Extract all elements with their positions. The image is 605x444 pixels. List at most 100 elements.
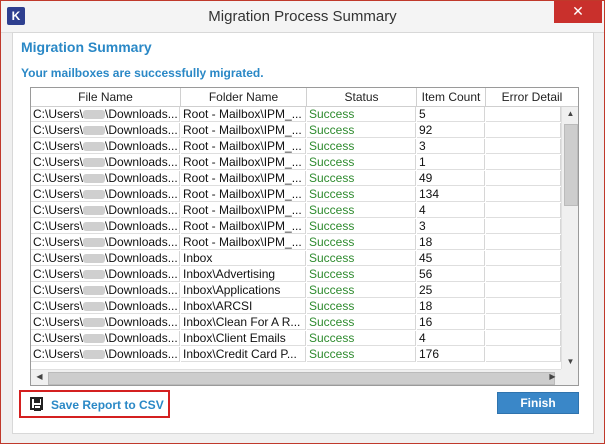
scroll-up-icon[interactable]: ▲: [562, 109, 578, 118]
cell-item-count: 5: [417, 107, 485, 122]
redacted-username: [83, 142, 106, 152]
table-row[interactable]: C:\Users\ \Downloads... Root - Mailbox\IPM…: [31, 155, 561, 171]
vertical-scroll-thumb[interactable]: [564, 124, 578, 206]
cell-folder-name: Inbox\Advertising: [181, 267, 306, 282]
file-path-suffix: \Downloads...: [105, 219, 178, 233]
horizontal-scroll-thumb[interactable]: [48, 372, 555, 385]
cell-item-count: 16: [417, 315, 485, 330]
cell-file-name: C:\Users\ \Downloads...: [31, 283, 180, 298]
table-row[interactable]: C:\Users\ \Downloads... Root - Mailbox\IPM…: [31, 187, 561, 203]
table-row[interactable]: C:\Users\ \Downloads... Root - Mailbox\IPM…: [31, 123, 561, 139]
column-header-item-count[interactable]: Item Count: [417, 88, 486, 107]
table-row[interactable]: C:\Users\ \Downloads... Root - Mailbox\IPM…: [31, 203, 561, 219]
close-button[interactable]: ✕: [554, 1, 602, 23]
cell-item-count: 3: [417, 139, 485, 154]
cell-item-count: 45: [417, 251, 485, 266]
save-report-button[interactable]: Save Report to CSV: [19, 390, 170, 418]
column-header-folder-name[interactable]: Folder Name: [181, 88, 307, 107]
table-row[interactable]: C:\Users\ \Downloads... Root - Mailbox\IPM…: [31, 235, 561, 251]
file-path-prefix: C:\Users\: [33, 203, 84, 217]
file-path-suffix: \Downloads...: [105, 331, 178, 345]
column-header-file-name[interactable]: File Name: [31, 88, 181, 107]
table-row[interactable]: C:\Users\ \Downloads... Root - Mailbox\IPM…: [31, 171, 561, 187]
scroll-down-icon[interactable]: ▼: [562, 357, 578, 366]
redacted-username: [83, 302, 106, 312]
table-row[interactable]: C:\Users\ \Downloads... Root - Mailbox\IPM…: [31, 107, 561, 123]
redacted-username: [83, 158, 106, 168]
migration-table[interactable]: File Name Folder Name Status Item Count …: [30, 87, 579, 386]
cell-status: Success: [307, 347, 416, 362]
cell-error-detail: [486, 187, 561, 202]
table-row[interactable]: C:\Users\ \Downloads... Inbox Success 45: [31, 251, 561, 267]
table-header: File Name Folder Name Status Item Count …: [31, 88, 578, 107]
cell-file-name: C:\Users\ \Downloads...: [31, 315, 180, 330]
cell-error-detail: [486, 299, 561, 314]
title-bar: K Migration Process Summary ✕: [1, 1, 604, 33]
file-path-suffix: \Downloads...: [105, 123, 178, 137]
table-row[interactable]: C:\Users\ \Downloads... Root - Mailbox\IPM…: [31, 219, 561, 235]
cell-file-name: C:\Users\ \Downloads...: [31, 331, 180, 346]
cell-status: Success: [307, 235, 416, 250]
column-header-status[interactable]: Status: [307, 88, 417, 107]
horizontal-scrollbar[interactable]: ◀ ▶: [31, 369, 561, 385]
cell-error-detail: [486, 347, 561, 362]
file-path-prefix: C:\Users\: [33, 251, 84, 265]
finish-button[interactable]: Finish: [497, 392, 579, 414]
table-row[interactable]: C:\Users\ \Downloads... Inbox\Credit Card …: [31, 347, 561, 363]
cell-error-detail: [486, 315, 561, 330]
cell-error-detail: [486, 219, 561, 234]
redacted-username: [83, 110, 106, 120]
cell-status: Success: [307, 171, 416, 186]
file-path-suffix: \Downloads...: [105, 299, 178, 313]
scroll-left-icon[interactable]: ◀: [31, 372, 48, 381]
redacted-username: [83, 174, 106, 184]
file-path-suffix: \Downloads...: [105, 315, 178, 329]
cell-status: Success: [307, 155, 416, 170]
scrollbar-corner: [561, 369, 578, 385]
table-row[interactable]: C:\Users\ \Downloads... Root - Mailbox\IPM…: [31, 139, 561, 155]
file-path-prefix: C:\Users\: [33, 219, 84, 233]
cell-file-name: C:\Users\ \Downloads...: [31, 187, 180, 202]
table-row[interactable]: C:\Users\ \Downloads... Inbox\Client Email…: [31, 331, 561, 347]
cell-folder-name: Inbox: [181, 251, 306, 266]
file-path-suffix: \Downloads...: [105, 235, 178, 249]
table-row[interactable]: C:\Users\ \Downloads... Inbox\Clean For A …: [31, 315, 561, 331]
cell-status: Success: [307, 123, 416, 138]
cell-folder-name: Inbox\Applications: [181, 283, 306, 298]
cell-status: Success: [307, 331, 416, 346]
file-path-prefix: C:\Users\: [33, 155, 84, 169]
cell-file-name: C:\Users\ \Downloads...: [31, 123, 180, 138]
cell-item-count: 4: [417, 203, 485, 218]
file-path-prefix: C:\Users\: [33, 139, 84, 153]
scroll-right-icon[interactable]: ▶: [544, 372, 561, 381]
cell-item-count: 25: [417, 283, 485, 298]
table-row[interactable]: C:\Users\ \Downloads... Inbox\Advertising S…: [31, 267, 561, 283]
file-path-prefix: C:\Users\: [33, 235, 84, 249]
cell-error-detail: [486, 331, 561, 346]
cell-file-name: C:\Users\ \Downloads...: [31, 139, 180, 154]
cell-file-name: C:\Users\ \Downloads...: [31, 347, 180, 362]
cell-file-name: C:\Users\ \Downloads...: [31, 171, 180, 186]
cell-status: Success: [307, 187, 416, 202]
close-icon: ✕: [572, 3, 584, 19]
file-path-prefix: C:\Users\: [33, 347, 84, 361]
cell-status: Success: [307, 283, 416, 298]
cell-file-name: C:\Users\ \Downloads...: [31, 107, 180, 122]
file-path-suffix: \Downloads...: [105, 171, 178, 185]
cell-folder-name: Root - Mailbox\IPM_...: [181, 155, 306, 170]
vertical-scrollbar[interactable]: ▲ ▼: [561, 107, 578, 369]
file-path-prefix: C:\Users\: [33, 331, 84, 345]
cell-folder-name: Root - Mailbox\IPM_...: [181, 203, 306, 218]
cell-file-name: C:\Users\ \Downloads...: [31, 235, 180, 250]
file-path-suffix: \Downloads...: [105, 203, 178, 217]
column-header-error-detail[interactable]: Error Detail: [486, 88, 578, 107]
cell-error-detail: [486, 107, 561, 122]
cell-status: Success: [307, 219, 416, 234]
cell-error-detail: [486, 123, 561, 138]
table-row[interactable]: C:\Users\ \Downloads... Inbox\Applications…: [31, 283, 561, 299]
file-path-prefix: C:\Users\: [33, 283, 84, 297]
table-row[interactable]: C:\Users\ \Downloads... Inbox\ARCSI Success…: [31, 299, 561, 315]
window-title: Migration Process Summary: [208, 8, 397, 25]
file-path-suffix: \Downloads...: [105, 107, 178, 121]
summary-heading: Migration Summary: [21, 39, 152, 55]
